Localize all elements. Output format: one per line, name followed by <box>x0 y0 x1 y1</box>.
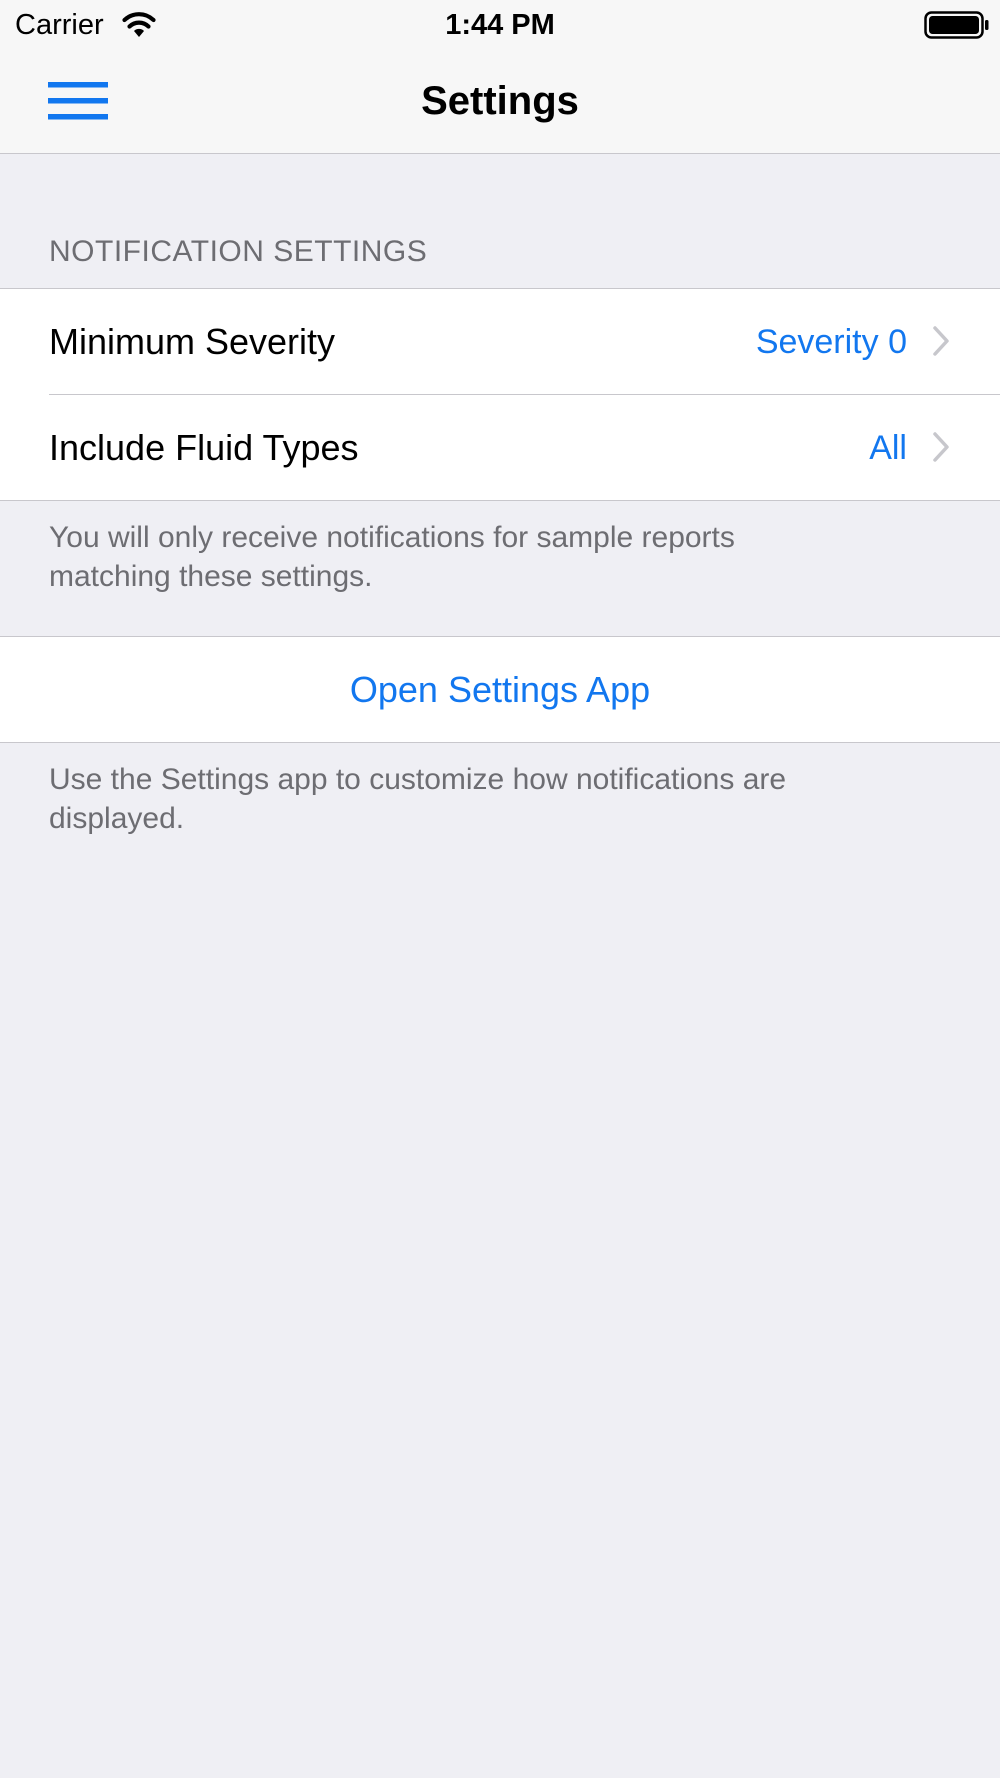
chevron-right-icon <box>933 432 949 462</box>
battery-full-icon <box>924 11 989 39</box>
navigation-bar: Settings <box>0 50 1000 154</box>
page-title: Settings <box>421 79 579 123</box>
include-fluid-types-row[interactable]: Include Fluid Types All <box>0 395 1000 500</box>
section-header-notification-settings: NOTIFICATION SETTINGS <box>49 235 428 268</box>
minimum-severity-label: Minimum Severity <box>49 321 336 362</box>
minimum-severity-value: Severity 0 <box>755 323 907 361</box>
notification-settings-footer: You will only receive notifications for … <box>49 521 735 593</box>
notification-settings-group: Minimum Severity Severity 0 Include Flui… <box>0 288 1000 501</box>
settings-app-footer: Use the Settings app to customize how no… <box>49 763 787 835</box>
include-fluid-types-value: All <box>869 429 907 467</box>
chevron-right-icon <box>933 326 949 356</box>
include-fluid-types-label: Include Fluid Types <box>49 427 359 468</box>
status-bar: Carrier 1:44 PM <box>0 0 1000 50</box>
open-settings-app-button[interactable]: Open Settings App <box>0 637 1000 742</box>
status-time: 1:44 PM <box>445 9 555 41</box>
minimum-severity-row[interactable]: Minimum Severity Severity 0 <box>0 289 1000 394</box>
settings-app-group: Open Settings App <box>0 636 1000 743</box>
